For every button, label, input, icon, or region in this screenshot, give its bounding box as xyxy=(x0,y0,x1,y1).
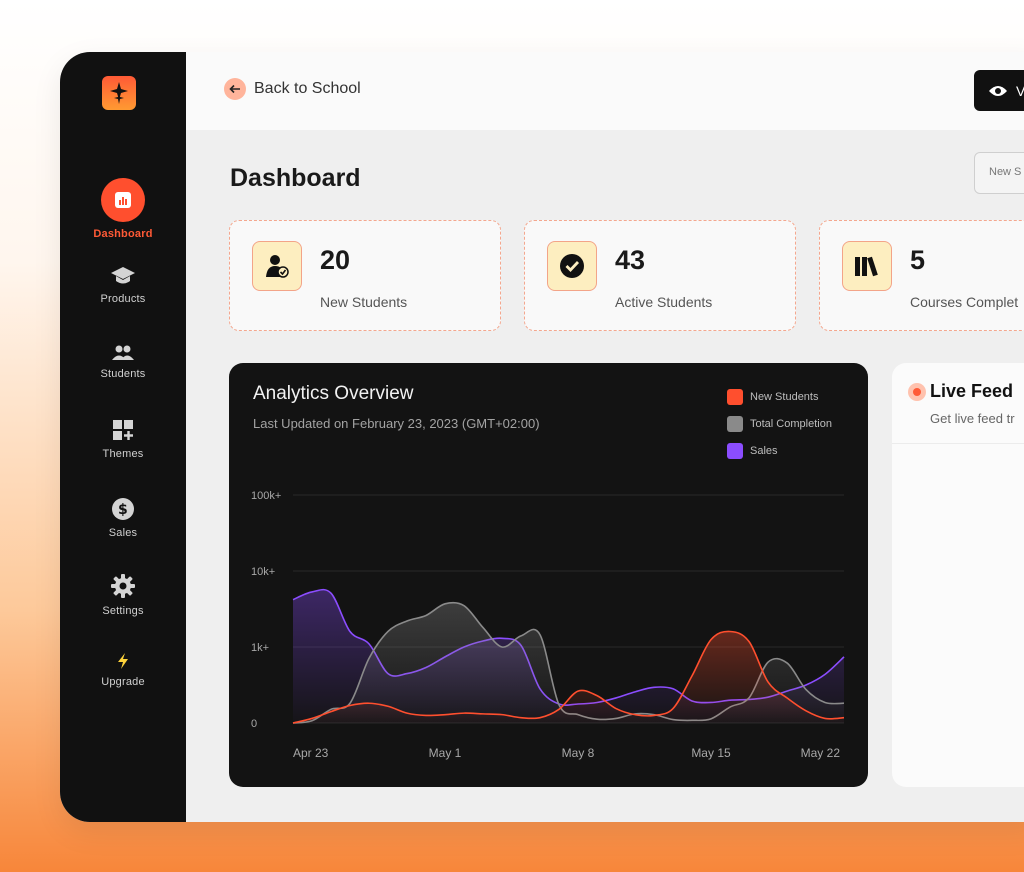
logo-sparkle-icon xyxy=(110,82,128,104)
sidebar-item-dashboard[interactable]: Dashboard xyxy=(60,178,186,240)
y-tick-label: 0 xyxy=(251,718,257,730)
stat-value: 43 xyxy=(615,245,646,275)
legend-swatch xyxy=(727,388,743,405)
grid-plus-icon xyxy=(113,420,133,440)
sidebar-label: Settings xyxy=(102,605,144,617)
x-tick-label: May 22 xyxy=(801,746,841,760)
y-tick-label: 1k+ xyxy=(251,642,269,654)
lightning-icon xyxy=(118,653,128,669)
sidebar: Dashboard Products Students Themes $ Sal… xyxy=(60,52,186,822)
legend-label: Total Completion xyxy=(750,417,832,430)
sidebar-label: Themes xyxy=(102,448,144,460)
stat-label: Active Students xyxy=(615,294,713,310)
sidebar-label: Students xyxy=(100,368,146,380)
sidebar-label: Sales xyxy=(108,527,138,539)
sidebar-item-upgrade[interactable]: Upgrade xyxy=(60,652,186,688)
live-feed-card: Live Feed Get live feed tr xyxy=(892,363,1024,787)
main-content: Back to School V Dashboard New S 20 New … xyxy=(186,52,1024,822)
gear-icon xyxy=(111,574,135,598)
legend-swatch xyxy=(727,415,743,432)
sidebar-item-settings[interactable]: Settings xyxy=(60,573,186,617)
legend-item-total-completion[interactable]: Total Completion xyxy=(727,410,832,437)
y-tick-label: 100k+ xyxy=(251,490,281,502)
sidebar-label: Upgrade xyxy=(101,676,145,688)
legend-label: Sales xyxy=(750,444,778,457)
x-tick-label: Apr 23 xyxy=(293,746,329,760)
divider xyxy=(892,443,1024,444)
user-check-icon xyxy=(252,241,302,291)
page-title: Dashboard xyxy=(230,164,361,192)
bar-chart-icon xyxy=(101,178,145,222)
stat-card-courses-completed: 5 Courses Complet xyxy=(819,220,1024,331)
back-label: Back to School xyxy=(254,80,361,97)
sidebar-item-sales[interactable]: $ Sales xyxy=(60,497,186,539)
x-tick-label: May 1 xyxy=(429,746,462,760)
view-label: V xyxy=(1016,82,1024,99)
legend-label: New Students xyxy=(750,390,819,403)
stat-value: 20 xyxy=(320,245,351,275)
chart-title: Analytics Overview xyxy=(253,383,414,404)
stat-label: Courses Complet xyxy=(910,294,1019,310)
legend-item-sales[interactable]: Sales xyxy=(727,437,832,464)
stat-value: 5 xyxy=(910,245,926,275)
chart-updated-text: Last Updated on February 23, 2023 (GMT+0… xyxy=(253,416,540,431)
dollar-icon: $ xyxy=(112,498,134,520)
stat-label: New Students xyxy=(320,294,408,310)
feed-subtitle: Get live feed tr xyxy=(930,411,1015,426)
live-indicator-icon xyxy=(908,383,926,401)
eye-icon xyxy=(989,85,1007,96)
stat-card-active-students: 43 Active Students xyxy=(524,220,796,331)
view-button[interactable]: V xyxy=(974,70,1024,111)
new-select-dropdown[interactable]: New S xyxy=(974,152,1024,194)
school-logo[interactable] xyxy=(102,76,136,110)
users-icon xyxy=(112,345,134,360)
sidebar-label: Products xyxy=(100,293,146,305)
x-tick-label: May 15 xyxy=(691,746,731,760)
arrow-left-icon xyxy=(224,78,246,100)
feed-title: Live Feed xyxy=(930,381,1014,401)
stat-card-new-students: 20 New Students xyxy=(229,220,501,331)
svg-text:$: $ xyxy=(118,502,128,518)
chart-legend: New Students Total Completion Sales xyxy=(727,383,832,464)
check-circle-icon xyxy=(547,241,597,291)
sidebar-item-products[interactable]: Products xyxy=(60,265,186,305)
x-tick-label: May 8 xyxy=(562,746,595,760)
sidebar-item-students[interactable]: Students xyxy=(60,344,186,380)
sidebar-label: Dashboard xyxy=(93,228,153,240)
graduation-cap-icon xyxy=(111,267,135,284)
top-bar: Back to School V xyxy=(186,52,1024,130)
books-icon xyxy=(842,241,892,291)
back-to-school-link[interactable]: Back to School xyxy=(224,78,361,100)
legend-item-new-students[interactable]: New Students xyxy=(727,383,832,410)
analytics-overview-card: 0 1k+ 10k+ 100k+ Apr 23 May 1 May 8 May 15 May 2… xyxy=(229,363,868,787)
legend-swatch xyxy=(727,442,743,459)
y-tick-label: 10k+ xyxy=(251,566,275,578)
sidebar-item-themes[interactable]: Themes xyxy=(60,418,186,460)
app-window: Dashboard Products Students Themes $ Sal… xyxy=(60,52,1024,822)
